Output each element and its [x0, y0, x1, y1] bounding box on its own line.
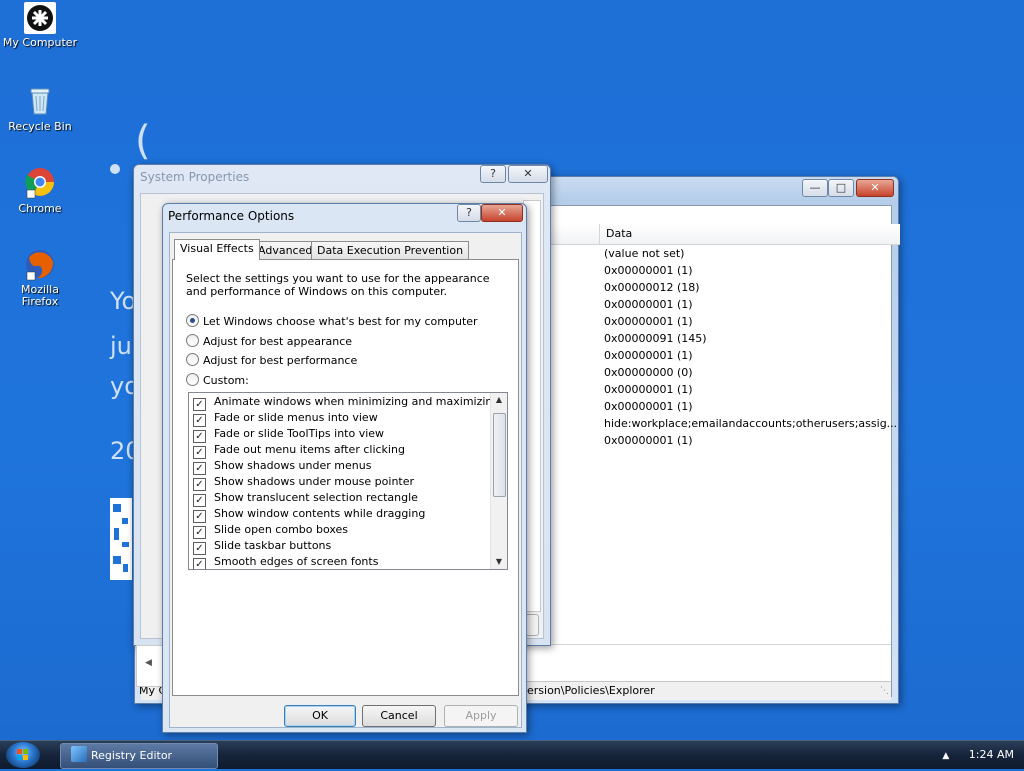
list-item-label: Slide open combo boxes [214, 523, 349, 536]
windows-logo-icon [17, 749, 28, 760]
taskbar: Registry Editor ▲ 1:24 AM [0, 740, 1024, 769]
desktop-icon-label: Chrome [18, 202, 62, 215]
panel-description: Select the settings you want to use for … [186, 272, 490, 298]
registry-value-row[interactable]: 0x00000001 (1) [604, 383, 693, 396]
dialog-body: Visual Effects Advanced Data Execution P… [169, 232, 522, 728]
resize-grip-icon: ⋱ [880, 686, 889, 696]
status-bar-path: ersion\Policies\Explorer [527, 684, 655, 697]
taskbar-registry-editor[interactable]: Registry Editor [60, 743, 218, 769]
radio-icon [186, 334, 199, 347]
vertical-scrollbar[interactable]: ▲ ▼ [490, 393, 507, 569]
list-item[interactable]: ✓ Slide open combo boxes [193, 522, 349, 539]
cancel-button[interactable]: Cancel [362, 705, 436, 727]
tab-advanced[interactable]: Advanced [252, 241, 319, 259]
qr-code-icon [110, 498, 132, 580]
radio-icon [186, 373, 199, 386]
system-tray: ▲ 1:24 AM [942, 741, 1014, 769]
minimize-button[interactable]: — [802, 179, 828, 197]
apply-button[interactable]: Apply [444, 705, 518, 727]
recycle-bin-icon [23, 84, 57, 118]
registry-editor-icon [71, 746, 87, 762]
list-item[interactable]: ✓ Show shadows under menus [193, 458, 372, 475]
background-dot [110, 164, 120, 174]
registry-value-row[interactable]: 0x00000001 (1) [604, 298, 693, 311]
list-item[interactable]: ✓ Fade or slide menus into view [193, 410, 378, 427]
list-item-label: Fade out menu items after clicking [214, 443, 405, 456]
radio-label: Adjust for best appearance [203, 335, 353, 348]
radio-best-appearance[interactable]: Adjust for best appearance [186, 334, 352, 348]
dialog-title: Performance Options [168, 209, 295, 223]
scroll-left-icon: ◀ [145, 658, 152, 668]
tab-visual-effects[interactable]: Visual Effects [174, 239, 260, 260]
registry-value-row[interactable]: 0x00000091 (145) [604, 332, 707, 345]
taskbar-item-label: Registry Editor [91, 749, 173, 762]
list-item-label: Smooth edges of screen fonts [214, 555, 379, 568]
registry-value-row[interactable]: 0x00000001 (1) [604, 315, 693, 328]
list-item-label: Fade or slide ToolTips into view [214, 427, 385, 440]
desktop-icon-my-computer[interactable]: My Computer [0, 2, 80, 49]
list-item-label: Fade or slide menus into view [214, 411, 378, 424]
close-button[interactable]: ✕ [481, 204, 523, 222]
radio-label: Adjust for best performance [203, 354, 358, 367]
registry-value-row[interactable]: 0x00000000 (0) [604, 366, 693, 379]
list-item-label: Show translucent selection rectangle [214, 491, 418, 504]
help-button[interactable]: ? [457, 204, 481, 222]
registry-value-row[interactable]: hide:workplace;emailandaccounts;otheruse… [604, 417, 897, 430]
chrome-icon [23, 166, 57, 200]
help-button[interactable]: ? [480, 165, 506, 183]
close-button[interactable]: ✕ [508, 165, 548, 183]
list-item[interactable]: ✓ Show shadows under mouse pointer [193, 474, 415, 491]
list-item-label: Show window contents while dragging [214, 507, 426, 520]
radio-best-performance[interactable]: Adjust for best performance [186, 353, 357, 367]
list-item-label: Slide taskbar buttons [214, 539, 332, 552]
desktop-icon-label: My Computer [2, 36, 78, 49]
radio-icon [186, 353, 199, 366]
desktop-icon-chrome[interactable]: Chrome [0, 166, 80, 215]
registry-value-row[interactable]: 0x00000001 (1) [604, 264, 693, 277]
desktop-icon-label: Recycle Bin [8, 120, 72, 133]
list-item[interactable]: ✓ Fade out menu items after clicking [193, 442, 405, 459]
scroll-down-icon[interactable]: ▼ [491, 555, 507, 569]
list-item[interactable]: ✓ Fade or slide ToolTips into view [193, 426, 385, 443]
tab-data-execution-prevention[interactable]: Data Execution Prevention [311, 241, 470, 259]
close-button[interactable]: ✕ [856, 179, 894, 197]
show-hidden-icons-icon[interactable]: ▲ [942, 751, 949, 761]
performance-options-dialog[interactable]: Performance Options ? ✕ Visual Effects A… [162, 203, 527, 733]
desktop-icon-recycle-bin[interactable]: Recycle Bin [0, 84, 80, 133]
computer-icon [24, 2, 56, 34]
radio-label: Custom: [203, 374, 249, 387]
visual-effects-list[interactable]: ✓ Animate windows when minimizing and max… [188, 392, 508, 570]
list-item[interactable]: ✓ Slide taskbar buttons [193, 538, 332, 555]
list-item[interactable]: ✓ Smooth edges of screen fonts [193, 554, 379, 569]
radio-let-windows-choose[interactable]: Let Windows choose what's best for my co… [186, 314, 478, 328]
registry-value-row[interactable]: (value not set) [604, 247, 684, 260]
data-column-header[interactable]: Data [599, 224, 900, 245]
window-title: System Properties [140, 170, 250, 184]
radio-selected-icon [186, 314, 199, 327]
list-item[interactable]: ✓ Animate windows when minimizing and max… [193, 394, 500, 411]
radio-label: Let Windows choose what's best for my co… [203, 315, 478, 328]
checkbox-checked-icon[interactable]: ✓ [193, 558, 206, 569]
registry-value-row[interactable]: 0x00000012 (18) [604, 281, 700, 294]
background-text: ( [135, 118, 151, 164]
list-item[interactable]: ✓ Show window contents while dragging [193, 506, 426, 523]
clock[interactable]: 1:24 AM [969, 748, 1014, 761]
registry-value-row[interactable]: 0x00000001 (1) [604, 349, 693, 362]
maximize-button[interactable]: □ [828, 179, 854, 197]
firefox-icon [23, 248, 57, 282]
desktop-icon-label: Mozilla Firefox [21, 283, 59, 308]
scroll-thumb[interactable] [493, 413, 506, 497]
radio-custom[interactable]: Custom: [186, 373, 249, 387]
list-item-label: Show shadows under menus [214, 459, 372, 472]
desktop-icon-firefox[interactable]: Mozilla Firefox [0, 248, 80, 308]
registry-value-row[interactable]: 0x00000001 (1) [604, 400, 693, 413]
visual-effects-panel: Select the settings you want to use for … [172, 259, 519, 696]
ok-button[interactable]: OK [284, 705, 356, 727]
list-item[interactable]: ✓ Show translucent selection rectangle [193, 490, 418, 507]
list-item-label: Animate windows when minimizing and maxi… [214, 395, 500, 408]
list-item-label: Show shadows under mouse pointer [214, 475, 415, 488]
scroll-up-icon[interactable]: ▲ [491, 393, 507, 407]
registry-value-row[interactable]: 0x00000001 (1) [604, 434, 693, 447]
start-button[interactable] [6, 742, 40, 768]
